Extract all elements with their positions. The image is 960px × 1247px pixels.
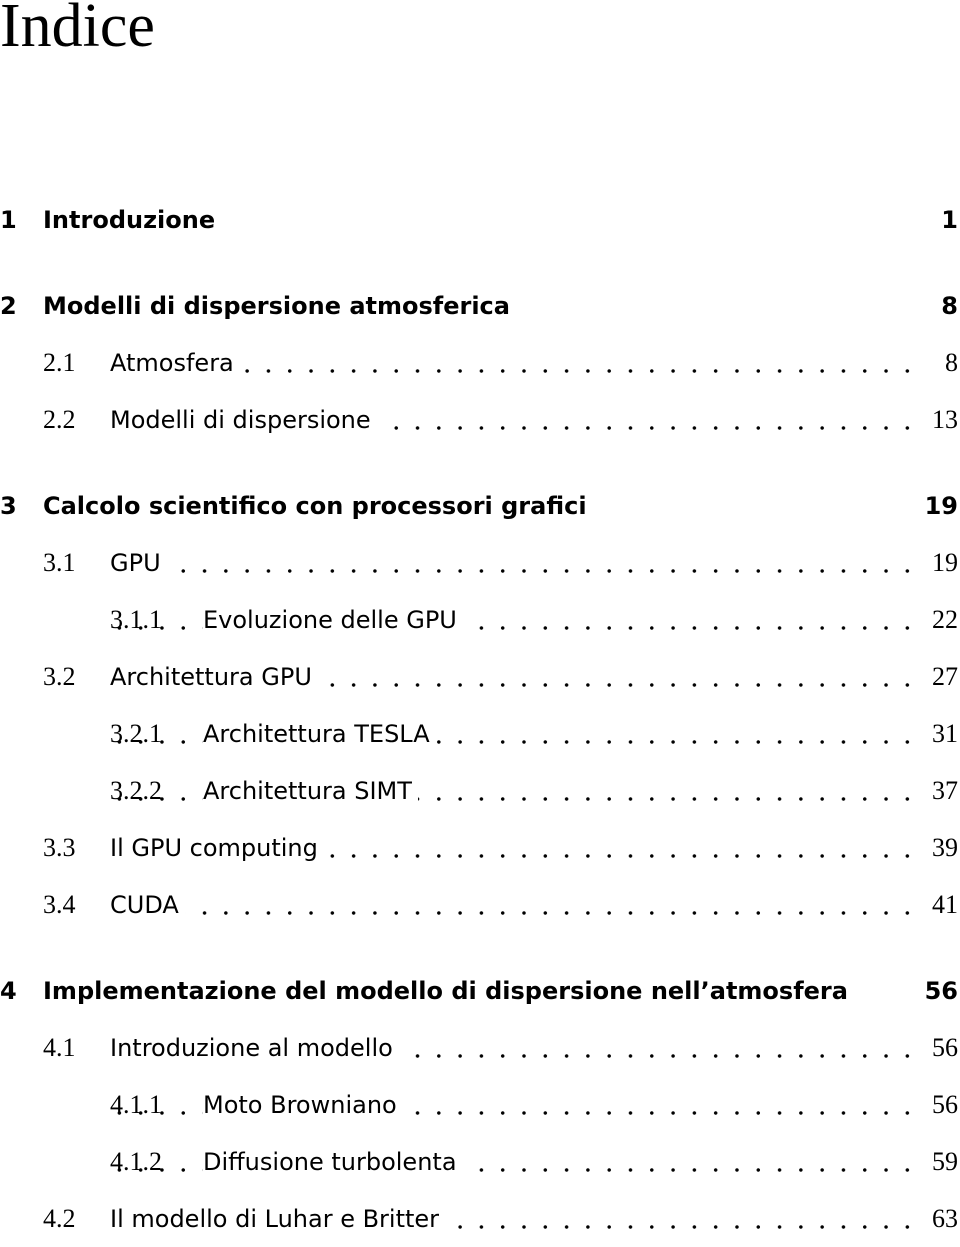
entry-page-number: 56 (924, 1032, 958, 1063)
table-of-contents: 1 Introduzione 1 2 Modelli di dispersione at… (0, 191, 958, 1247)
toc-entry-section[interactable]: 3.4 CUDA 41 (0, 876, 958, 933)
toc-entry-subsection[interactable]: 3.2.1 Architettura TESLA 31 (0, 705, 958, 762)
entry-page-number: 1 (933, 205, 958, 234)
toc-entry-chapter[interactable]: 4 Implementazione del modello di dispersi… (0, 962, 958, 1019)
dot-leader (110, 568, 918, 574)
entry-title: Il GPU computing (110, 833, 324, 862)
entry-page-number: 59 (924, 1146, 958, 1177)
entry-title: Architettura TESLA (203, 719, 436, 748)
entry-title: Modelli di dispersione atmosferica (43, 291, 516, 320)
entry-number: 3 (0, 491, 17, 520)
entry-title: Atmosfera (110, 348, 240, 377)
entry-number: 3.2.1 (110, 718, 162, 748)
entry-title: Implementazione del modello di dispersio… (43, 976, 854, 1005)
toc-entry-subsection[interactable]: 3.2.2 Architettura SIMT 37 (0, 762, 958, 819)
entry-title: Architettura SIMT (203, 776, 418, 805)
entry-title: Il modello di Luhar e Britter (110, 1204, 446, 1233)
entry-title: Introduzione (43, 205, 222, 234)
entry-number: 4.1.1 (110, 1089, 162, 1119)
toc-entry-section[interactable]: 2.1 Atmosfera 8 (0, 334, 958, 391)
page-title: Indice (0, 0, 155, 60)
entry-number: 3.1 (43, 547, 76, 577)
entry-page-number: 27 (924, 661, 958, 692)
entry-page-number: 22 (924, 604, 958, 635)
entry-page-number: 8 (933, 291, 958, 320)
entry-number: 3.1.1 (110, 604, 162, 634)
toc-entry-section[interactable]: 2.2 Modelli di dispersione 13 (0, 391, 958, 448)
entry-title: Architettura GPU (110, 662, 318, 691)
toc-entry-section[interactable]: 3.1 GPU 19 (0, 534, 958, 591)
toc-entry-section[interactable]: 4.1 Introduzione al modello 56 (0, 1019, 958, 1076)
entry-number: 1 (0, 205, 17, 234)
entry-number: 4 (0, 976, 17, 1005)
entry-title: Diffusione turbolenta (203, 1147, 463, 1176)
entry-page-number: 37 (924, 775, 958, 806)
toc-entry-section[interactable]: 4.2 Il modello di Luhar e Britter 63 (0, 1190, 958, 1247)
toc-entry-subsection[interactable]: 4.1.1 Moto Browniano 56 (0, 1076, 958, 1133)
toc-entry-subsection[interactable]: 4.1.2 Diffusione turbolenta 59 (0, 1133, 958, 1190)
entry-page-number: 56 (916, 976, 958, 1005)
toc-entry-section[interactable]: 3.2 Architettura GPU 27 (0, 648, 958, 705)
entry-page-number: 39 (924, 832, 958, 863)
entry-number: 4.1.2 (110, 1146, 162, 1176)
entry-page-number: 41 (924, 889, 958, 920)
entry-title: Evoluzione delle GPU (203, 605, 463, 634)
entry-page-number: 56 (924, 1089, 958, 1120)
entry-title: Moto Browniano (203, 1090, 403, 1119)
entry-number: 3.2.2 (110, 775, 162, 805)
toc-entry-chapter[interactable]: 3 Calcolo scientifico con processori graf… (0, 477, 958, 534)
entry-title: Calcolo scientifico con processori grafi… (43, 491, 593, 520)
entry-number: 3.3 (43, 832, 76, 862)
entry-number: 4.2 (43, 1203, 76, 1233)
entry-page-number: 19 (924, 547, 958, 578)
entry-page-number: 8 (937, 347, 958, 378)
toc-entry-chapter[interactable]: 1 Introduzione 1 (0, 191, 958, 248)
entry-page-number: 31 (924, 718, 958, 749)
dot-leader (110, 910, 918, 916)
entry-number: 4.1 (43, 1032, 76, 1062)
entry-page-number: 19 (916, 491, 958, 520)
entry-number: 2 (0, 291, 17, 320)
entry-title: Modelli di dispersione (110, 405, 377, 434)
toc-entry-chapter[interactable]: 2 Modelli di dispersione atmosferica 8 (0, 277, 958, 334)
entry-title: Introduzione al modello (110, 1033, 399, 1062)
entry-page-number: 63 (924, 1203, 958, 1234)
toc-entry-section[interactable]: 3.3 Il GPU computing 39 (0, 819, 958, 876)
toc-entry-subsection[interactable]: 3.1.1 Evoluzione delle GPU 22 (0, 591, 958, 648)
entry-number: 2.1 (43, 347, 76, 377)
entry-title: CUDA (110, 890, 185, 919)
entry-title: GPU (110, 548, 167, 577)
entry-page-number: 13 (924, 404, 958, 435)
entry-number: 3.4 (43, 889, 76, 919)
entry-number: 2.2 (43, 404, 76, 434)
entry-number: 3.2 (43, 661, 76, 691)
